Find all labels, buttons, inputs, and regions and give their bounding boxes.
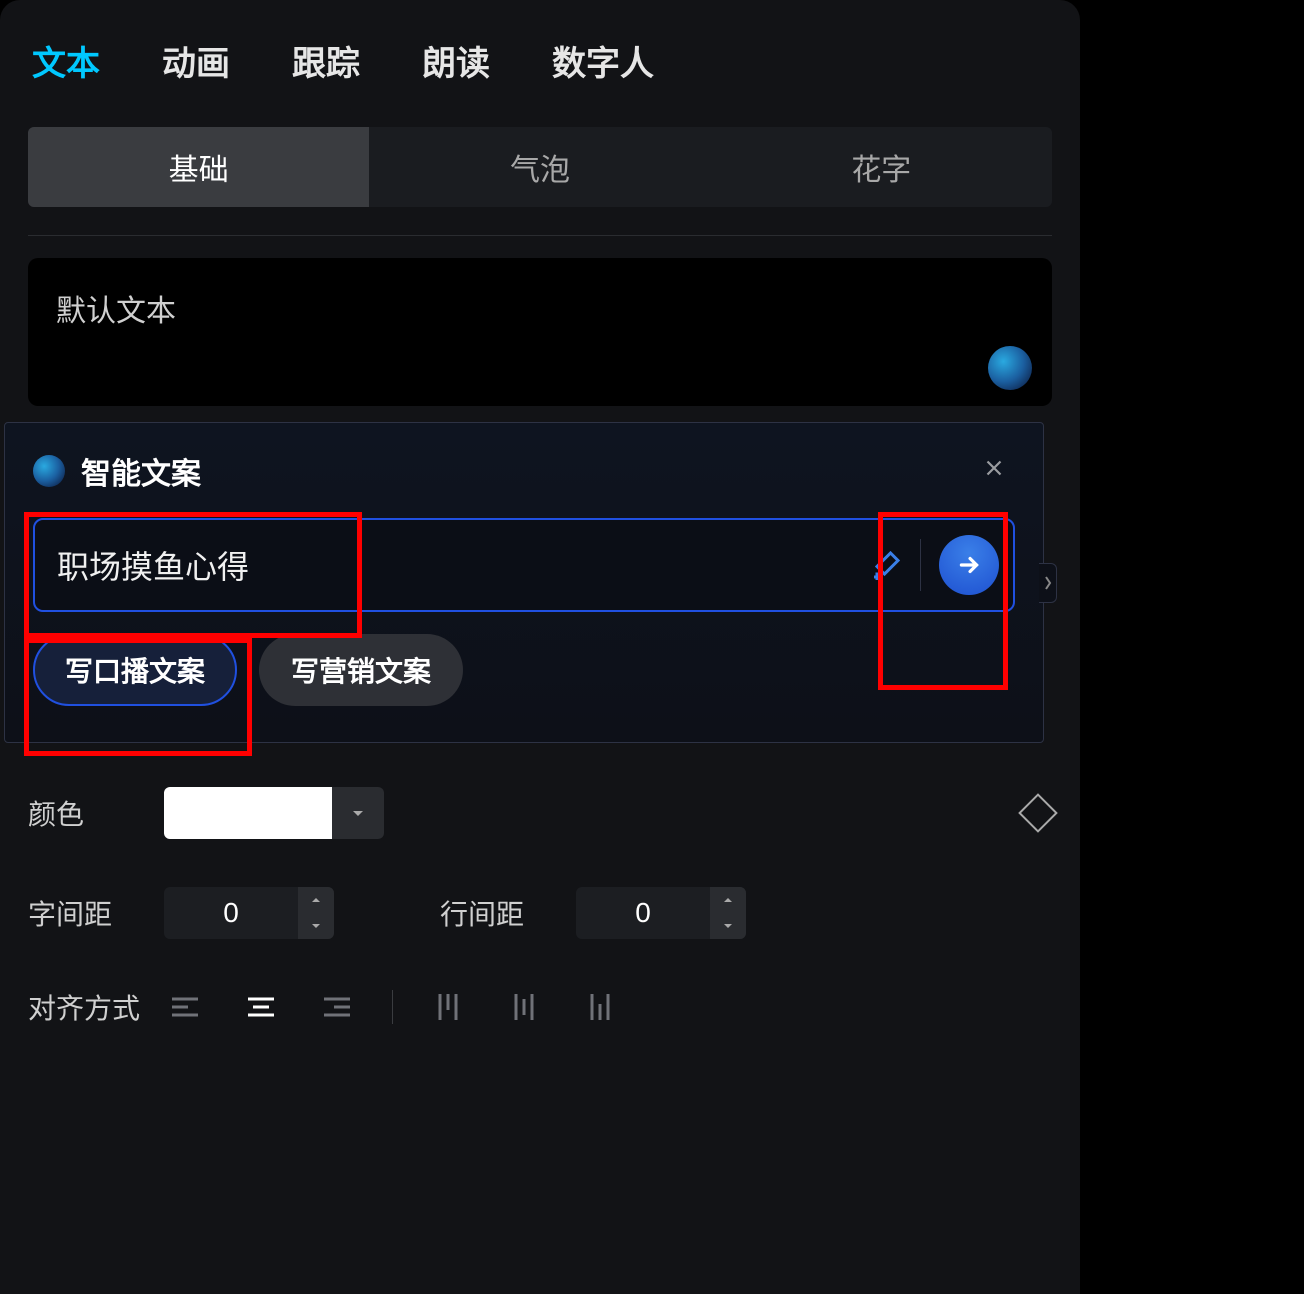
text-content-value: 默认文本 [56,295,176,328]
align-right-button[interactable] [316,988,358,1026]
align-label: 对齐方式 [28,987,148,1027]
chevron-up-icon [311,896,321,904]
align-group [164,988,621,1026]
smart-copy-chips: 写口播文案 写营销文案 [33,634,1015,706]
ai-orb-button[interactable] [988,346,1032,390]
subtab-bubble[interactable]: 气泡 [369,127,710,207]
char-spacing-label: 字间距 [28,893,148,933]
align-center-button[interactable] [240,988,282,1026]
smart-copy-panel: 智能文案 写口播文案 写营销文案 [4,422,1044,743]
color-dropdown[interactable] [332,787,384,839]
line-spacing-stepper[interactable]: 0 [576,887,746,939]
keyframe-diamond-icon[interactable] [1018,793,1058,833]
tab-digital-human[interactable]: 数字人 [552,36,654,85]
valign-bottom-button[interactable] [579,988,621,1026]
chevron-right-icon [1043,574,1053,592]
line-spacing-up[interactable] [710,887,746,913]
close-icon [981,455,1007,481]
chevron-down-icon [723,922,733,930]
align-row: 对齐方式 [28,987,1052,1027]
valign-top-button[interactable] [427,988,469,1026]
line-spacing-label: 行间距 [440,893,560,933]
char-spacing-value: 0 [164,897,298,929]
input-divider [920,539,921,591]
spacing-row: 字间距 0 行间距 0 [28,887,1052,939]
valign-top-icon [436,992,460,1022]
tab-animation[interactable]: 动画 [162,36,230,85]
sub-tabs: 基础 气泡 花字 [28,127,1052,207]
align-left-icon [170,995,200,1019]
color-row: 颜色 [28,787,1052,839]
align-right-icon [322,995,352,1019]
tab-readaloud[interactable]: 朗读 [422,36,490,85]
text-panel: 文本 动画 跟踪 朗读 数字人 基础 气泡 花字 默认文本 智能文案 [0,0,1080,1294]
color-picker[interactable] [164,787,384,839]
magic-wand-icon [868,547,904,583]
char-spacing-stepper[interactable]: 0 [164,887,334,939]
align-center-icon [246,995,276,1019]
smart-copy-title: 智能文案 [81,449,201,493]
color-swatch [164,787,332,839]
ai-orb-icon [33,455,65,487]
valign-bottom-icon [588,992,612,1022]
chevron-down-icon [350,805,366,821]
align-left-button[interactable] [164,988,206,1026]
line-spacing-value: 0 [576,897,710,929]
divider [28,235,1052,236]
chevron-up-icon [723,896,733,904]
valign-middle-button[interactable] [503,988,545,1026]
magic-wand-button[interactable] [852,547,920,583]
send-button[interactable] [939,535,999,595]
smart-copy-header: 智能文案 [33,447,1015,494]
tab-text[interactable]: 文本 [32,36,100,85]
tab-tracking[interactable]: 跟踪 [292,36,360,85]
subtab-fancy[interactable]: 花字 [711,127,1052,207]
chip-narration-copy[interactable]: 写口播文案 [33,634,237,706]
color-label: 颜色 [28,793,148,833]
chevron-down-icon [311,922,321,930]
smart-copy-input[interactable] [35,520,852,610]
close-button[interactable] [973,447,1015,494]
top-tabs: 文本 动画 跟踪 朗读 数字人 [0,0,1080,105]
text-content-input[interactable]: 默认文本 [28,258,1052,406]
smart-copy-input-row [33,518,1015,612]
align-separator [392,990,393,1024]
expand-handle[interactable] [1039,563,1057,603]
valign-middle-icon [512,992,536,1022]
subtab-basic[interactable]: 基础 [28,127,369,207]
text-properties: 颜色 字间距 0 行间距 0 [28,787,1052,1027]
line-spacing-down[interactable] [710,913,746,939]
chip-marketing-copy[interactable]: 写营销文案 [259,634,463,706]
char-spacing-up[interactable] [298,887,334,913]
arrow-right-icon [956,552,982,578]
char-spacing-down[interactable] [298,913,334,939]
